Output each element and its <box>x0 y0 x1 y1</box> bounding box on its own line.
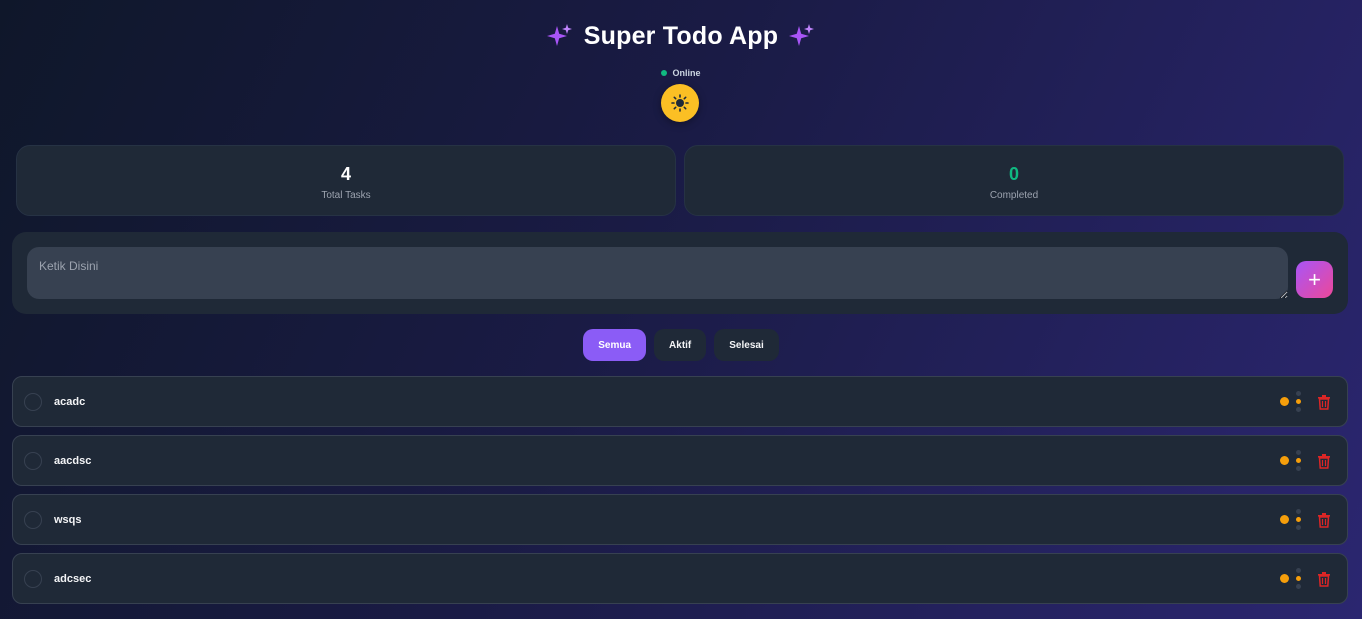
task-item: acadc <box>12 376 1348 427</box>
status-text: Online <box>672 68 701 78</box>
add-task-button[interactable]: + <box>1296 261 1333 298</box>
sun-icon <box>671 94 689 112</box>
priority-dot-icon <box>1280 574 1289 583</box>
completed-count: 0 <box>1008 164 1019 184</box>
priority-handle[interactable] <box>1296 568 1302 590</box>
task-checkbox[interactable] <box>24 393 42 411</box>
trash-icon[interactable] <box>1317 394 1331 410</box>
task-text[interactable]: acadc <box>54 396 85 408</box>
task-item: aacdsc <box>12 435 1348 486</box>
total-tasks-label: Total Tasks <box>321 190 371 201</box>
completed-card: 0 Completed <box>684 145 1344 216</box>
priority-dot-icon <box>1280 515 1289 524</box>
filter-done-button[interactable]: Selesai <box>714 329 779 361</box>
theme-toggle-button[interactable] <box>661 84 699 122</box>
priority-handle[interactable] <box>1296 509 1302 531</box>
filter-all-button[interactable]: Semua <box>583 329 647 361</box>
task-text[interactable]: adcsec <box>54 573 91 585</box>
page-title: Super Todo App <box>583 21 779 50</box>
trash-icon[interactable] <box>1317 453 1331 469</box>
priority-dot-icon <box>1280 456 1289 465</box>
app-header: Super Todo App <box>0 18 1362 54</box>
title-row: Super Todo App <box>0 18 1362 54</box>
sparkles-icon <box>546 24 572 46</box>
completed-label: Completed <box>989 190 1039 201</box>
new-task-form: + <box>12 232 1348 314</box>
connection-status: Online <box>0 68 1362 78</box>
trash-icon[interactable] <box>1317 512 1331 528</box>
priority-handle[interactable] <box>1296 450 1302 472</box>
task-item: wsqs <box>12 494 1348 545</box>
task-checkbox[interactable] <box>24 511 42 529</box>
task-item: adcsec <box>12 553 1348 604</box>
task-checkbox[interactable] <box>24 452 42 470</box>
filter-active-button[interactable]: Aktif <box>654 329 707 361</box>
total-tasks-card: 4 Total Tasks <box>16 145 676 216</box>
priority-dot-icon <box>1280 397 1289 406</box>
task-text[interactable]: aacdsc <box>54 455 91 467</box>
trash-icon[interactable] <box>1317 571 1331 587</box>
task-checkbox[interactable] <box>24 570 42 588</box>
task-list: acadc aacdsc wsqs adcsec <box>12 376 1348 612</box>
plus-icon: + <box>1308 266 1321 292</box>
filter-tabs: Semua Aktif Selesai <box>0 329 1362 361</box>
new-task-input[interactable] <box>27 247 1288 299</box>
status-dot-icon <box>661 70 668 76</box>
total-tasks-count: 4 <box>340 164 351 184</box>
priority-handle[interactable] <box>1296 391 1302 413</box>
task-text[interactable]: wsqs <box>54 514 82 526</box>
sparkles-icon <box>789 24 815 46</box>
